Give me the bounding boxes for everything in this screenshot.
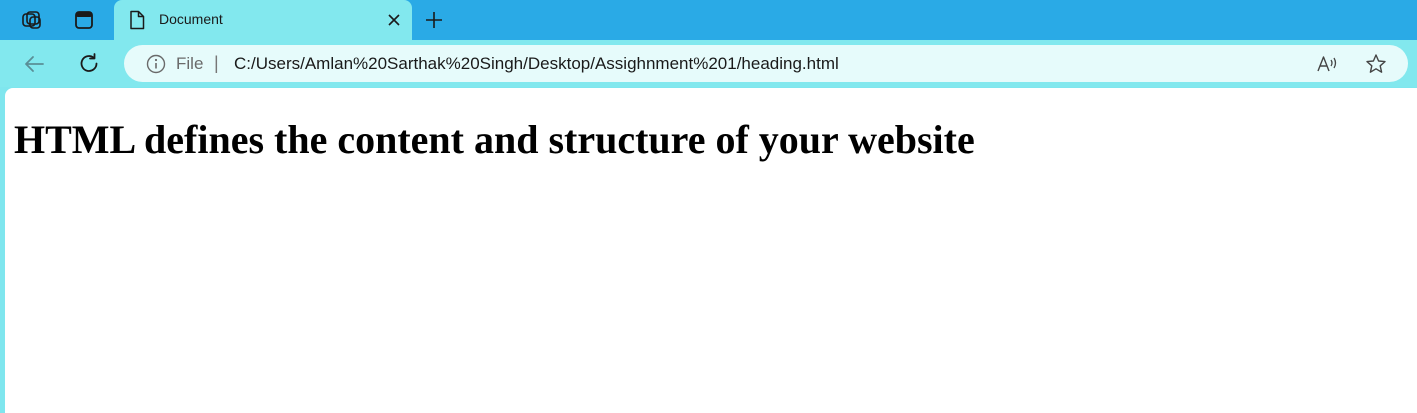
url-text[interactable]: C:/Users/Amlan%20Sarthak%20Singh/Desktop… [234, 54, 839, 74]
address-bar[interactable]: File | C:/Users/Amlan%20Sarthak%20Singh/… [124, 45, 1408, 82]
back-button[interactable] [21, 51, 47, 77]
document-icon [128, 10, 146, 30]
star-icon [1366, 54, 1386, 73]
url-scheme-label: File [176, 54, 204, 73]
back-arrow-icon [25, 56, 44, 72]
tab-document[interactable]: Document [114, 0, 412, 40]
new-tab-button[interactable] [422, 8, 446, 32]
tab-title: Document [159, 11, 223, 27]
navigation-toolbar: File | C:/Users/Amlan%20Sarthak%20Singh/… [0, 40, 1417, 87]
favorite-button[interactable] [1364, 52, 1388, 76]
plus-icon [426, 12, 442, 28]
tab-strip: Document [0, 0, 1417, 40]
url-separator: | [214, 53, 219, 73]
read-aloud-button[interactable] [1316, 52, 1340, 76]
tab-actions-icon[interactable] [72, 8, 96, 32]
refresh-icon [80, 53, 98, 72]
close-icon[interactable] [384, 10, 404, 30]
refresh-button[interactable] [76, 51, 102, 77]
workspaces-icon[interactable] [20, 8, 44, 32]
read-aloud-icon [1317, 56, 1337, 72]
page-heading: HTML defines the content and structure o… [14, 117, 975, 162]
page-content: HTML defines the content and structure o… [5, 88, 1417, 413]
info-icon[interactable] [146, 54, 166, 74]
